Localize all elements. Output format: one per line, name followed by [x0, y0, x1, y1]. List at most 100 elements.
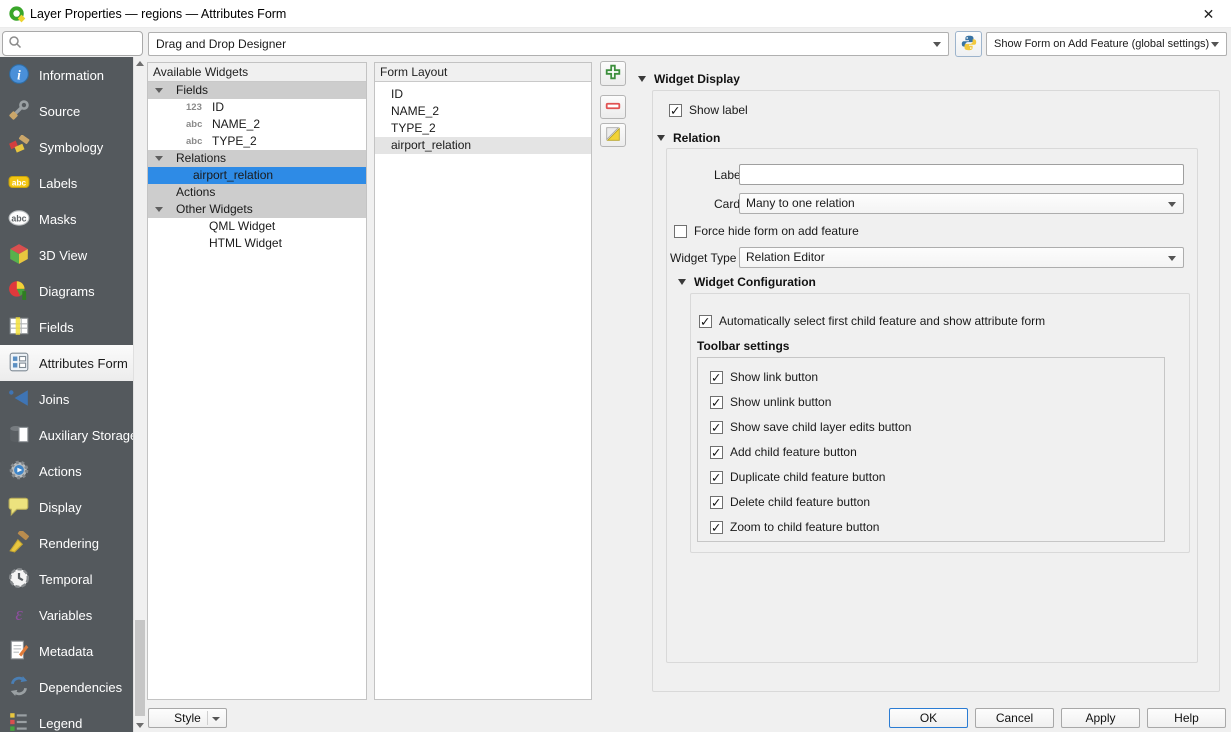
scrollbar-thumb[interactable] — [135, 620, 145, 716]
tree-item-type-2[interactable]: abc TYPE_2 — [148, 133, 366, 150]
dependencies-icon — [8, 675, 30, 700]
auxiliary-storage-icon — [8, 423, 30, 448]
available-widgets-panel: Available Widgets Fields 123 ID abc NAME… — [147, 62, 367, 700]
expander-icon[interactable] — [155, 207, 163, 212]
checkbox-checked-icon[interactable] — [710, 371, 723, 384]
show-link-button-checkbox[interactable]: Show link button — [710, 370, 818, 384]
sidebar-item-diagrams[interactable]: Diagrams — [0, 273, 133, 309]
sidebar-item-3d-view[interactable]: 3D View — [0, 237, 133, 273]
tree-category-other-widgets[interactable]: Other Widgets — [148, 201, 366, 218]
tree-category-relations[interactable]: Relations — [148, 150, 366, 167]
svg-text:abc: abc — [11, 213, 26, 223]
force-hide-checkbox[interactable]: Force hide form on add feature — [674, 224, 859, 238]
sidebar-item-temporal[interactable]: Temporal — [0, 561, 133, 597]
search-box[interactable] — [2, 31, 143, 56]
python-init-button[interactable] — [955, 31, 982, 57]
add-child-feature-checkbox[interactable]: Add child feature button — [710, 445, 857, 459]
label-input-wrap — [739, 164, 1184, 185]
ok-button[interactable]: OK — [889, 708, 968, 728]
relation-header[interactable]: Relation — [657, 131, 720, 145]
form-layout-item-name-2[interactable]: NAME_2 — [375, 103, 591, 120]
relation-frame: Label Cardinality Many to one relation F… — [666, 148, 1198, 663]
diagrams-icon — [8, 279, 30, 304]
title-bar: Layer Properties — regions — Attributes … — [0, 0, 1231, 28]
sidebar-item-metadata[interactable]: Metadata — [0, 633, 133, 669]
chevron-down-icon — [933, 42, 941, 47]
duplicate-child-feature-checkbox[interactable]: Duplicate child feature button — [710, 470, 885, 484]
sidebar-item-auxiliary-storage[interactable]: Auxiliary Storage — [0, 417, 133, 453]
checkbox-checked-icon[interactable] — [710, 421, 723, 434]
sidebar-item-dependencies[interactable]: Dependencies — [0, 669, 133, 705]
available-widgets-header: Available Widgets — [148, 63, 366, 82]
sidebar-item-display[interactable]: Display — [0, 489, 133, 525]
checkbox-checked-icon[interactable] — [710, 521, 723, 534]
tree-item-id[interactable]: 123 ID — [148, 99, 366, 116]
label-input[interactable] — [740, 165, 1183, 184]
chevron-down-icon — [1211, 42, 1219, 47]
svg-text:abc: abc — [12, 178, 27, 187]
collapse-icon — [657, 135, 665, 141]
widget-type-select[interactable]: Relation Editor — [739, 247, 1184, 268]
delete-child-feature-checkbox[interactable]: Delete child feature button — [710, 495, 870, 509]
sidebar-item-attributes-form[interactable]: Attributes Form — [0, 345, 133, 381]
expander-icon[interactable] — [155, 156, 163, 161]
svg-text:ε: ε — [15, 604, 23, 625]
scroll-down-arrow[interactable] — [134, 718, 146, 732]
sidebar-item-joins[interactable]: Joins — [0, 381, 133, 417]
actions-icon — [8, 459, 30, 484]
apply-button[interactable]: Apply — [1061, 708, 1140, 728]
widget-configuration-header[interactable]: Widget Configuration — [678, 275, 816, 289]
sidebar-item-rendering[interactable]: Rendering — [0, 525, 133, 561]
widget-display-frame: Show label Relation Label Cardinality Ma… — [652, 90, 1220, 692]
sidebar-item-information[interactable]: i Information — [0, 57, 133, 93]
sidebar-item-legend[interactable]: Legend — [0, 705, 133, 732]
scroll-up-arrow[interactable] — [134, 57, 146, 71]
form-layout-item-type-2[interactable]: TYPE_2 — [375, 120, 591, 137]
sidebar-item-fields[interactable]: Fields — [0, 309, 133, 345]
tree-category-fields[interactable]: Fields — [148, 82, 366, 99]
sidebar-item-source[interactable]: Source — [0, 93, 133, 129]
invert-selection-button[interactable] — [600, 123, 626, 147]
checkbox-checked-icon[interactable] — [699, 315, 712, 328]
cancel-button[interactable]: Cancel — [975, 708, 1054, 728]
checkbox-checked-icon[interactable] — [669, 104, 682, 117]
add-widget-icon — [604, 63, 622, 84]
symbology-icon — [8, 135, 30, 160]
search-input[interactable] — [26, 37, 131, 51]
sidebar-scrollbar[interactable] — [133, 57, 145, 732]
show-label-checkbox[interactable]: Show label — [669, 103, 748, 117]
tree-item-airport-relation[interactable]: airport_relation — [148, 167, 366, 184]
sidebar-item-variables[interactable]: ε Variables — [0, 597, 133, 633]
zoom-to-child-feature-checkbox[interactable]: Zoom to child feature button — [710, 520, 879, 534]
checkbox-checked-icon[interactable] — [710, 496, 723, 509]
expander-icon[interactable] — [155, 88, 163, 93]
sidebar-item-masks[interactable]: abc Masks — [0, 201, 133, 237]
display-icon — [8, 495, 30, 520]
tree-item-name-2[interactable]: abc NAME_2 — [148, 116, 366, 133]
show-save-child-edits-checkbox[interactable]: Show save child layer edits button — [710, 420, 911, 434]
add-widget-button[interactable] — [600, 61, 626, 86]
help-button[interactable]: Help — [1147, 708, 1226, 728]
form-layout-header: Form Layout — [375, 63, 591, 82]
style-button[interactable]: Style — [148, 708, 227, 728]
tree-category-actions[interactable]: Actions — [148, 184, 366, 201]
form-layout-item-airport-relation[interactable]: airport_relation — [375, 137, 591, 154]
sidebar-item-actions[interactable]: Actions — [0, 453, 133, 489]
close-button[interactable]: ✕ — [1186, 0, 1231, 28]
widget-display-header[interactable]: Widget Display — [638, 72, 740, 86]
sidebar-item-labels[interactable]: abc Labels — [0, 165, 133, 201]
checkbox-checked-icon[interactable] — [710, 471, 723, 484]
auto-select-checkbox[interactable]: Automatically select first child feature… — [699, 314, 1045, 328]
checkbox-unchecked-icon[interactable] — [674, 225, 687, 238]
form-layout-item-id[interactable]: ID — [375, 86, 591, 103]
checkbox-checked-icon[interactable] — [710, 446, 723, 459]
form-designer-select[interactable]: Drag and Drop Designer — [148, 32, 949, 56]
sidebar-item-symbology[interactable]: Symbology — [0, 129, 133, 165]
cardinality-select[interactable]: Many to one relation — [739, 193, 1184, 214]
tree-item-html-widget[interactable]: HTML Widget — [148, 235, 366, 252]
form-mode-select[interactable]: Show Form on Add Feature (global setting… — [986, 32, 1227, 56]
remove-widget-button[interactable] — [600, 95, 626, 119]
show-unlink-button-checkbox[interactable]: Show unlink button — [710, 395, 831, 409]
checkbox-checked-icon[interactable] — [710, 396, 723, 409]
tree-item-qml-widget[interactable]: QML Widget — [148, 218, 366, 235]
